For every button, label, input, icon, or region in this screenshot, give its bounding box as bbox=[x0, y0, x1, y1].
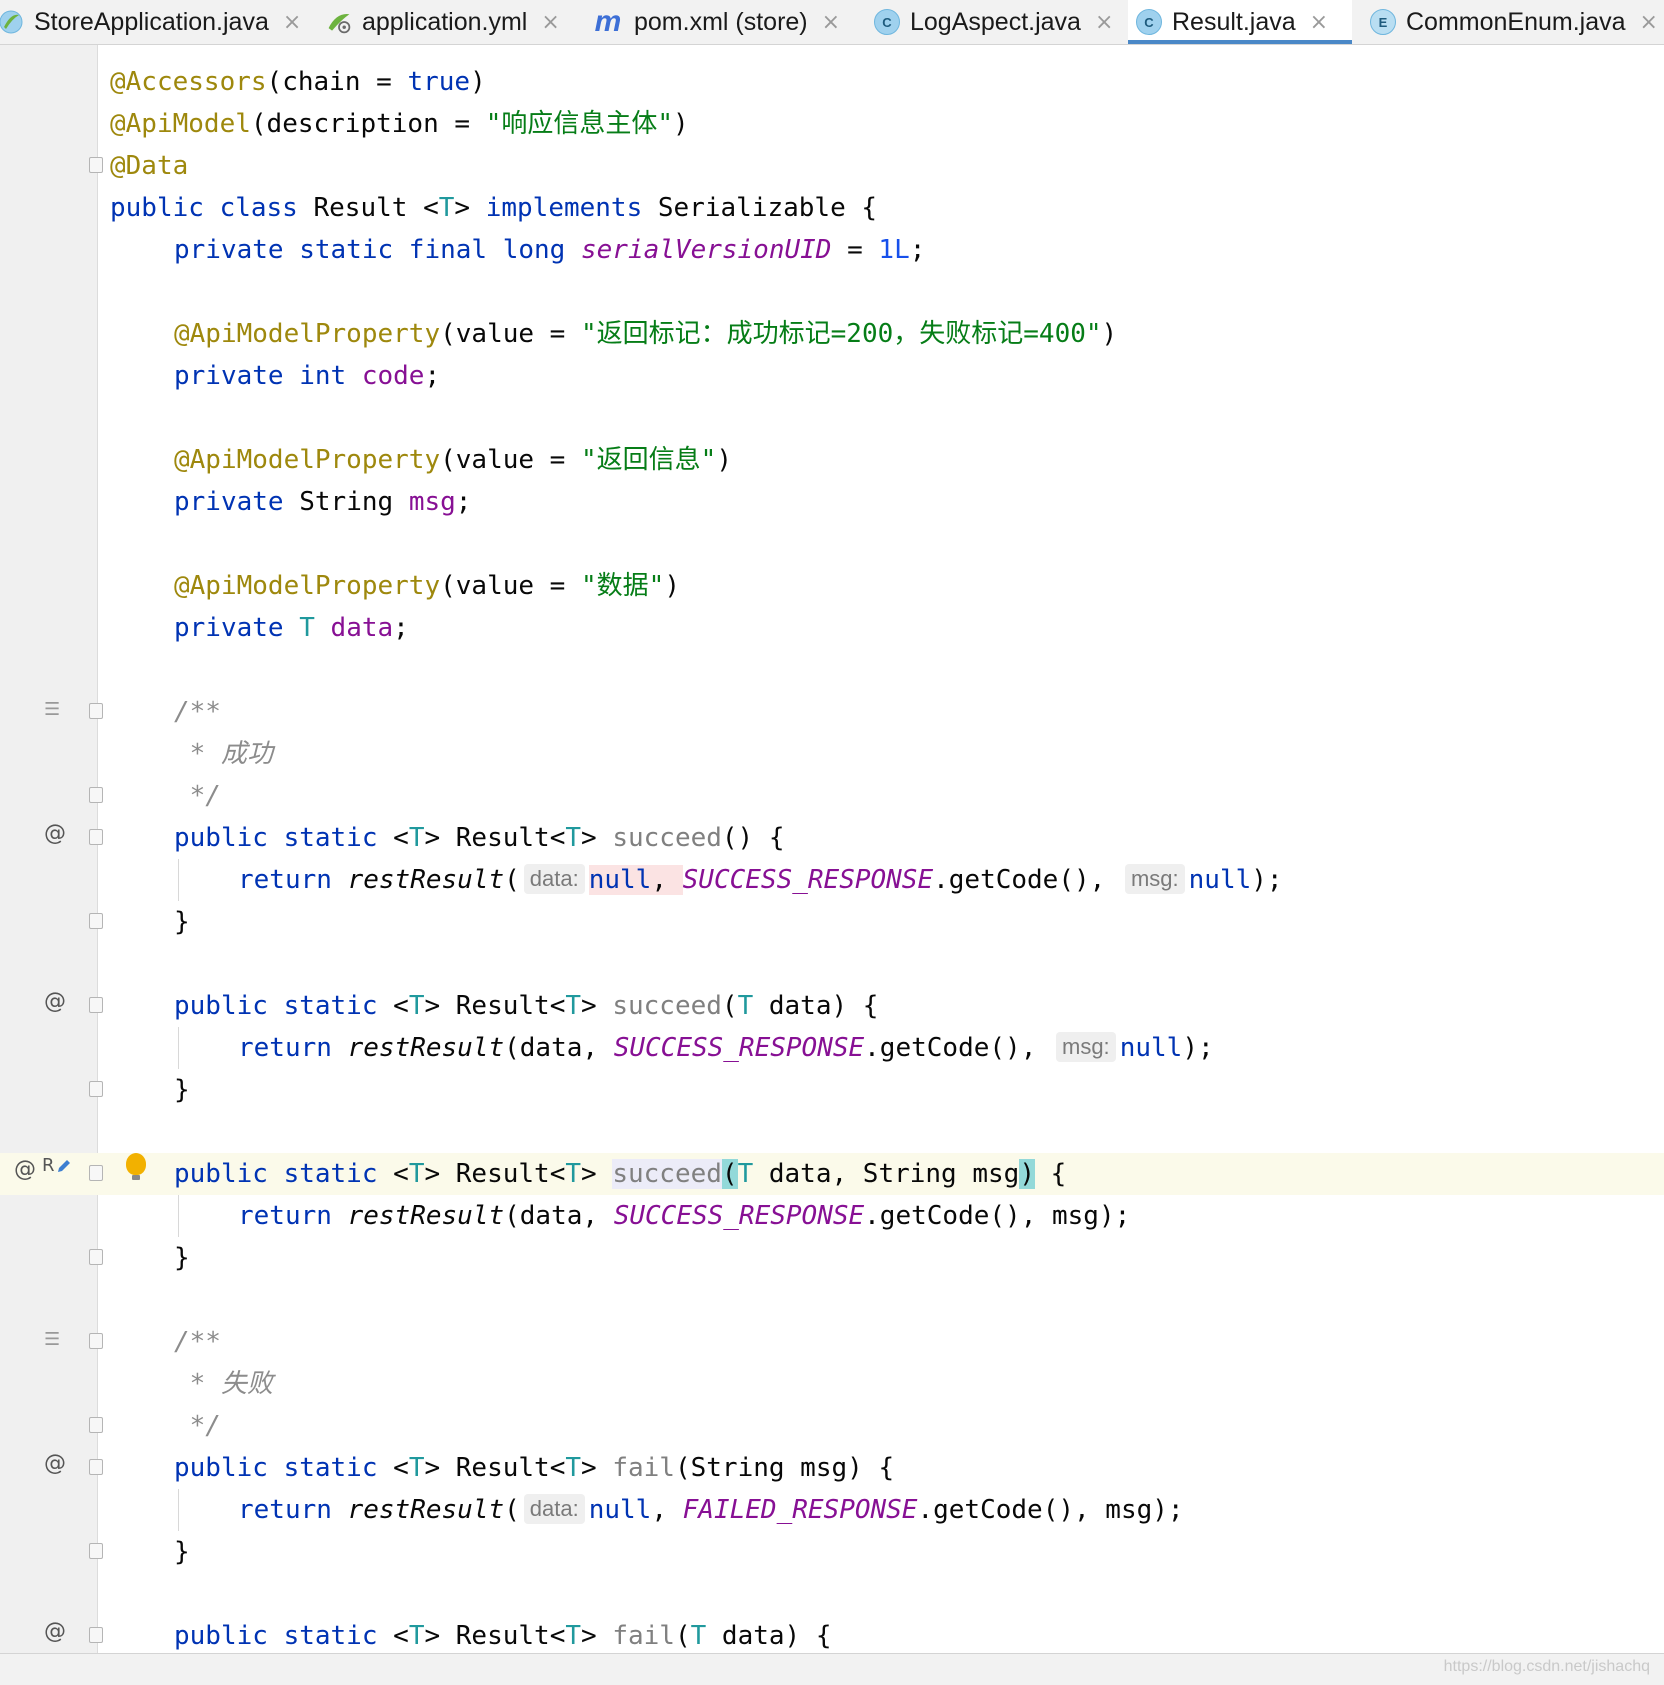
rendered-doc-icon[interactable]: ☰ bbox=[44, 699, 60, 720]
watermark: https://blog.csdn.net/jishachq bbox=[1443, 1658, 1650, 1675]
code-line[interactable]: return restResult(data, SUCCESS_RESPONSE… bbox=[0, 1195, 1664, 1237]
method-name: succeed bbox=[612, 823, 722, 853]
overrides-icon[interactable]: @ bbox=[44, 1619, 66, 1644]
close-icon[interactable]: × bbox=[1640, 10, 1658, 35]
code-line[interactable]: @ApiModel(description = "响应信息主体") bbox=[0, 103, 1664, 145]
tab-result[interactable]: C Result.java × bbox=[1128, 0, 1352, 44]
fold-marker-icon[interactable] bbox=[89, 1627, 103, 1643]
method-name: fail bbox=[612, 1621, 675, 1651]
enum-icon: E bbox=[1370, 9, 1396, 35]
close-icon[interactable]: × bbox=[541, 10, 559, 35]
method-name: fail bbox=[612, 1453, 675, 1483]
close-icon[interactable]: × bbox=[822, 10, 840, 35]
annotation: @Accessors bbox=[110, 67, 267, 97]
tab-storeapplication[interactable]: StoreApplication.java × bbox=[0, 0, 301, 44]
code-editor[interactable]: @Accessors(chain = true) @ApiModel(descr… bbox=[0, 45, 1664, 1653]
code-line[interactable]: ☰ /** bbox=[0, 1321, 1664, 1363]
code-line[interactable]: @ public static <T> Result<T> fail(T dat… bbox=[0, 1615, 1664, 1653]
code-line[interactable]: } bbox=[0, 901, 1664, 943]
fold-marker-icon[interactable] bbox=[89, 997, 103, 1013]
maven-icon: m bbox=[594, 5, 622, 38]
code-line[interactable]: * 成功 bbox=[0, 733, 1664, 775]
annotation: @Data bbox=[110, 151, 189, 181]
close-icon[interactable]: × bbox=[1310, 10, 1328, 35]
code-line[interactable]: @ApiModelProperty(value = "数据") bbox=[0, 565, 1664, 607]
code-line[interactable]: private int code; bbox=[0, 355, 1664, 397]
tab-label: application.yml bbox=[362, 7, 528, 36]
fold-marker-icon[interactable] bbox=[89, 157, 103, 173]
close-icon[interactable]: × bbox=[283, 10, 301, 35]
code-line[interactable]: @ApiModelProperty(value = "返回信息") bbox=[0, 439, 1664, 481]
code-line[interactable]: public class Result <T> implements Seria… bbox=[0, 187, 1664, 229]
spring-class-icon bbox=[0, 9, 24, 35]
code-line[interactable]: @ public static <T> Result<T> fail(Strin… bbox=[0, 1447, 1664, 1489]
string-literal: "响应信息主体" bbox=[485, 109, 674, 139]
code-line[interactable]: @ApiModelProperty(value = "返回标记：成功标记=200… bbox=[0, 313, 1664, 355]
method-name: succeed bbox=[612, 1159, 722, 1189]
code-line[interactable]: private static final long serialVersionU… bbox=[0, 229, 1664, 271]
parameter-hint: data: bbox=[523, 1494, 585, 1524]
tab-label: LogAspect.java bbox=[910, 7, 1081, 36]
matched-paren: ) bbox=[1019, 1159, 1035, 1189]
matched-paren: ( bbox=[721, 1159, 738, 1189]
code-line[interactable]: */ bbox=[0, 775, 1664, 817]
tab-label: pom.xml (store) bbox=[634, 7, 808, 36]
code-line[interactable]: } bbox=[0, 1069, 1664, 1111]
fold-marker-icon[interactable] bbox=[89, 829, 103, 845]
overrides-icon[interactable]: @ bbox=[14, 1157, 36, 1182]
fold-marker-icon[interactable] bbox=[89, 1417, 103, 1433]
code-line[interactable]: return restResult(data, SUCCESS_RESPONSE… bbox=[0, 1027, 1664, 1069]
code-line[interactable]: ☰ /** bbox=[0, 691, 1664, 733]
tab-application-yml[interactable]: application.yml × bbox=[318, 0, 564, 44]
rename-refactor-icon[interactable]: R bbox=[42, 1155, 73, 1176]
tab-pom-xml[interactable]: m pom.xml (store) × bbox=[584, 0, 846, 44]
overrides-icon[interactable]: @ bbox=[44, 1451, 66, 1476]
parameter-hint: msg: bbox=[1056, 1032, 1116, 1062]
lightbulb-icon[interactable] bbox=[126, 1153, 146, 1180]
rendered-doc-icon[interactable]: ☰ bbox=[44, 1329, 60, 1350]
code-line[interactable]: private T data; bbox=[0, 607, 1664, 649]
tab-label: CommonEnum.java bbox=[1406, 7, 1626, 36]
annotation: @ApiModel bbox=[110, 109, 251, 139]
class-icon: C bbox=[1136, 9, 1162, 35]
parameter-hint: data: bbox=[523, 864, 585, 894]
overrides-icon[interactable]: @ bbox=[44, 821, 66, 846]
class-icon: C bbox=[874, 9, 900, 35]
fold-marker-icon[interactable] bbox=[89, 1459, 103, 1475]
fold-marker-icon[interactable] bbox=[89, 1249, 103, 1265]
code-line[interactable]: */ bbox=[0, 1405, 1664, 1447]
close-icon[interactable]: × bbox=[1095, 10, 1113, 35]
overrides-icon[interactable]: @ bbox=[44, 989, 66, 1014]
code-line[interactable]: } bbox=[0, 1237, 1664, 1279]
code-line[interactable]: @ public static <T> Result<T> succeed(T … bbox=[0, 985, 1664, 1027]
tab-logaspect[interactable]: C LogAspect.java × bbox=[866, 0, 1122, 44]
code-line[interactable]: @Accessors(chain = true) bbox=[0, 61, 1664, 103]
fold-marker-icon[interactable] bbox=[89, 913, 103, 929]
code-line[interactable]: * 失败 bbox=[0, 1363, 1664, 1405]
code-line[interactable]: @ public static <T> Result<T> succeed() … bbox=[0, 817, 1664, 859]
fold-marker-icon[interactable] bbox=[89, 787, 103, 803]
code-line[interactable]: private String msg; bbox=[0, 481, 1664, 523]
code-line[interactable]: return restResult(data: null, SUCCESS_RES… bbox=[0, 859, 1664, 901]
tab-label: StoreApplication.java bbox=[34, 7, 269, 36]
code-line[interactable]: return restResult(data: null, FAILED_RESP… bbox=[0, 1489, 1664, 1531]
method-name: succeed bbox=[612, 991, 722, 1021]
code-line-current[interactable]: @ R public static <T> Result<T> succeed(… bbox=[0, 1153, 1664, 1195]
status-bar bbox=[0, 1653, 1664, 1685]
fold-marker-icon[interactable] bbox=[89, 703, 103, 719]
tab-commonenum[interactable]: E CommonEnum.java × bbox=[1362, 0, 1664, 44]
fold-marker-icon[interactable] bbox=[89, 1543, 103, 1559]
fold-marker-icon[interactable] bbox=[89, 1165, 103, 1181]
spring-config-icon bbox=[326, 9, 352, 35]
code-line[interactable]: } bbox=[0, 1531, 1664, 1573]
tab-label: Result.java bbox=[1172, 7, 1296, 36]
editor-tab-bar: StoreApplication.java × application.yml … bbox=[0, 0, 1664, 45]
fold-marker-icon[interactable] bbox=[89, 1333, 103, 1349]
fold-marker-icon[interactable] bbox=[89, 1081, 103, 1097]
parameter-hint: msg: bbox=[1124, 864, 1185, 894]
code-line[interactable]: @Data bbox=[0, 145, 1664, 187]
